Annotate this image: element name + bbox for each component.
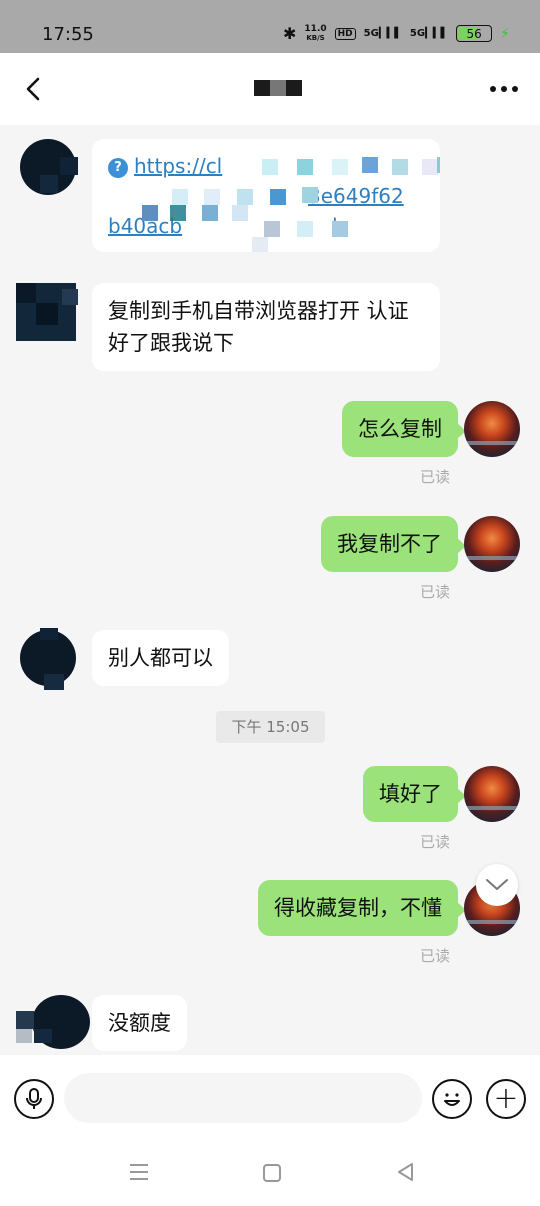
signal-label-2: 5G (409, 28, 426, 39)
system-nav-bar (0, 1140, 540, 1206)
message-bubble[interactable]: 没额度 (92, 995, 187, 1051)
more-horizontal-icon[interactable] (490, 86, 518, 92)
back-triangle-icon[interactable] (396, 1162, 416, 1182)
message-list[interactable]: ?https://cl 3e649f62 b40acbb (0, 125, 540, 1055)
network-speed-unit: KB/S (306, 33, 325, 42)
message-text: 怎么复制 (358, 417, 442, 441)
link-message-bubble[interactable]: ?https://cl 3e649f62 b40acbb (92, 139, 440, 252)
my-avatar[interactable] (464, 766, 520, 822)
charging-icon: ⚡ (500, 25, 510, 42)
signal-icon-2: 5G▎▍▌ (409, 28, 449, 39)
home-icon[interactable] (263, 1164, 281, 1182)
message-text: 我复制不了 (337, 532, 442, 556)
network-speed-value: 11.0 (304, 23, 327, 34)
emoji-icon (444, 1093, 460, 1106)
message-bubble-sent[interactable]: 我复制不了 (321, 516, 466, 572)
avatar[interactable] (18, 628, 76, 690)
message-bubble-sent[interactable]: 得收藏复制，不懂 (258, 880, 466, 936)
battery-level: 56 (466, 26, 482, 41)
network-speed: 11.0 KB/S (304, 23, 327, 43)
avatar[interactable] (18, 137, 78, 195)
link-text-line2[interactable]: 3e649f62 (308, 184, 404, 208)
hd-badge: HD (334, 27, 356, 40)
message-bubble[interactable]: 别人都可以 (92, 630, 229, 686)
link-icon: ? (108, 158, 128, 178)
message-text: 填好了 (379, 782, 442, 806)
contact-name-redacted (254, 80, 302, 100)
voice-input-button[interactable] (14, 1079, 54, 1119)
battery-icon: 56 (456, 25, 493, 42)
avatar[interactable] (16, 995, 90, 1053)
read-receipt: 已读 (419, 468, 450, 486)
menu-icon[interactable] (130, 1164, 148, 1185)
my-avatar[interactable] (464, 401, 520, 457)
signal-icon: 5G▎▍▌ (363, 28, 402, 39)
message-bubble-sent[interactable]: 填好了 (363, 766, 466, 822)
read-receipt: 已读 (419, 947, 450, 965)
bluetooth-icon: ✱ (283, 24, 297, 43)
status-time: 17:55 (42, 24, 94, 45)
signal-label-1: 5G (363, 28, 379, 39)
message-text: 得收藏复制，不懂 (274, 896, 442, 920)
message-input[interactable] (64, 1073, 422, 1123)
read-receipt: 已读 (419, 583, 450, 601)
microphone-icon (26, 1088, 42, 1109)
time-separator: 下午 15:05 (216, 711, 325, 743)
avatar[interactable] (16, 283, 78, 341)
chevron-left-icon[interactable] (20, 75, 48, 103)
message-text: 别人都可以 (108, 646, 213, 670)
read-receipt: 已读 (419, 833, 450, 851)
chevron-down-icon (486, 879, 508, 890)
status-icons: ✱ 11.0 KB/S HD 5G▎▍▌ 5G▎▍▌ 56 ⚡ (283, 24, 510, 43)
more-actions-button[interactable]: + (486, 1079, 526, 1119)
status-bar: 17:55 ✱ 11.0 KB/S HD 5G▎▍▌ 5G▎▍▌ 56 ⚡ (0, 0, 540, 53)
message-text: 复制到手机自带浏览器打开 认证好了跟我说下 (108, 299, 409, 355)
emoji-button[interactable] (432, 1079, 472, 1119)
plus-icon: + (493, 1081, 519, 1116)
scroll-to-bottom-button[interactable] (476, 864, 518, 906)
link-text[interactable]: https://cl (134, 154, 222, 178)
message-bubble[interactable]: 复制到手机自带浏览器打开 认证好了跟我说下 (92, 283, 440, 371)
message-text: 没额度 (108, 1011, 171, 1035)
my-avatar[interactable] (464, 516, 520, 572)
message-bubble-sent[interactable]: 怎么复制 (342, 401, 466, 457)
